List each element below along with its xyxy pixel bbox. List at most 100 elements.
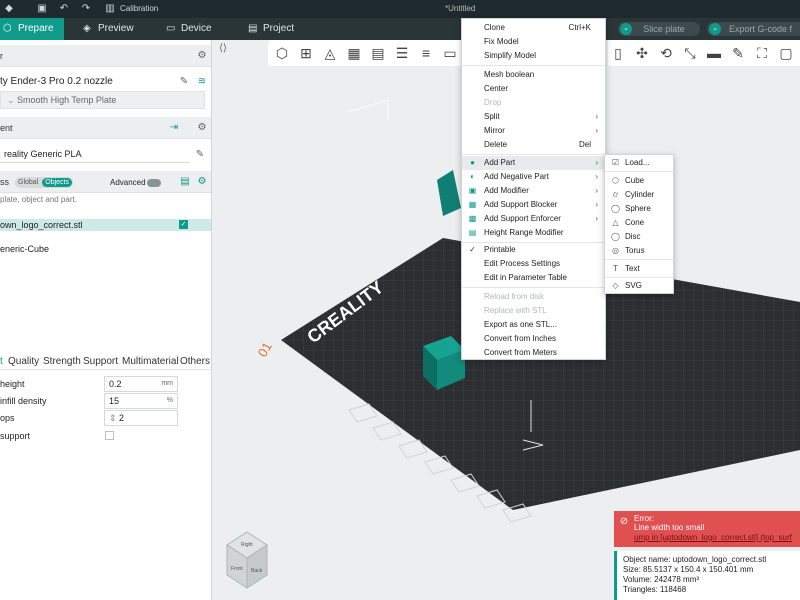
menu-item-edit-process-settings[interactable]: Edit Process Settings xyxy=(462,257,605,271)
layer-height-input[interactable]: 0.2 mm xyxy=(104,376,178,392)
torus-icon: ◎ xyxy=(612,246,619,255)
submenu-item-cube[interactable]: ⬡ Cube xyxy=(605,174,673,188)
tab-preview[interactable]: ◈ Preview xyxy=(80,18,150,40)
compare-icon[interactable]: ▤ xyxy=(179,176,191,188)
menu-item-center[interactable]: Center xyxy=(462,82,605,96)
add-filament-icon[interactable]: ⇥ xyxy=(168,122,180,134)
tab-support[interactable]: Support xyxy=(83,356,118,367)
layers-icon[interactable]: ≡ xyxy=(416,43,436,63)
settings-sliders-icon[interactable]: ⚙ xyxy=(196,176,208,188)
tab-project[interactable]: ▤ Project xyxy=(245,18,305,40)
sphere-icon: ◯ xyxy=(611,204,620,213)
calibration-icon[interactable]: ▥ xyxy=(104,3,116,15)
menu-item-height-range-modifier[interactable]: ▤ Height Range Modifier xyxy=(462,226,605,240)
settings-sliders-icon[interactable]: ⚙ xyxy=(196,122,208,134)
menu-item-split[interactable]: Split › xyxy=(462,110,605,124)
save-icon[interactable]: ▣ xyxy=(36,3,48,15)
menu-item-drop: Drop xyxy=(484,98,502,107)
menu-item-add-support-blocker[interactable]: ▦ Add Support Blocker › xyxy=(462,198,605,212)
menu-item-reload-from-disk: Reload from disk xyxy=(484,292,545,301)
measure-icon[interactable]: ▯ xyxy=(608,43,628,63)
infill-density-input[interactable]: 15 % xyxy=(104,393,178,409)
seam-icon[interactable]: ⛶ xyxy=(752,43,772,63)
submenu-item-load[interactable]: ☑ Load... xyxy=(605,156,673,170)
collapse-sidebar-icon[interactable]: ⟨⟩ xyxy=(217,43,229,55)
flatten-icon[interactable]: ▬ xyxy=(704,43,724,63)
menu-item-simplify-model[interactable]: Simplify Model xyxy=(462,49,605,63)
context-menu: Clone Ctrl+K Fix Model Simplify Model Mes… xyxy=(461,18,606,360)
tab-others[interactable]: Others xyxy=(180,356,210,367)
settings-sliders-icon[interactable]: ⚙ xyxy=(196,50,208,62)
slice-plate-button[interactable]: ⌄ Slice plate xyxy=(618,22,700,36)
tab-device[interactable]: ▭ Device xyxy=(163,18,223,40)
menu-item-add-part[interactable]: ● Add Part › xyxy=(462,156,605,170)
error-detail-link[interactable]: ump in [uptodown_logo_correct.stl] (top_… xyxy=(634,533,792,542)
global-objects-toggle[interactable]: Global Objects xyxy=(15,177,73,188)
object-list-item[interactable]: own_logo_correct.stl ✓ xyxy=(0,219,211,231)
text-tool-icon[interactable]: ▢ xyxy=(776,43,796,63)
filament-select[interactable]: reality Generic PLA xyxy=(0,147,190,163)
undo-icon[interactable]: ↶ xyxy=(58,3,70,15)
plate-icon[interactable]: ☰ xyxy=(392,43,412,63)
submenu-item-cylinder[interactable]: ⌭ Cylinder xyxy=(605,188,673,202)
object-size-text: Size: 85.5137 x 150.4 x 150.401 mm xyxy=(623,565,754,574)
wifi-icon[interactable]: ≋ xyxy=(196,76,208,88)
menu-item-mirror[interactable]: Mirror › xyxy=(462,124,605,138)
menu-separator xyxy=(462,287,605,288)
submenu-item-sphere[interactable]: ◯ Sphere xyxy=(605,202,673,216)
auto-orient-icon[interactable]: ◬ xyxy=(320,43,340,63)
menu-item-delete[interactable]: Delete Del xyxy=(462,138,605,152)
submenu-item-svg[interactable]: ◇ SVG xyxy=(605,279,673,293)
redo-icon[interactable]: ↷ xyxy=(80,3,92,15)
menu-item-export-stl[interactable]: Export as one STL... xyxy=(462,318,605,332)
menu-item-convert-meters[interactable]: Convert from Meters xyxy=(462,346,605,360)
submenu-item-disc[interactable]: ◯ Disc xyxy=(605,230,673,244)
tab-quality[interactable]: Quality xyxy=(8,356,39,367)
submenu-item-cone[interactable]: △ Cone xyxy=(605,216,673,230)
menu-separator xyxy=(605,277,673,278)
cut-icon[interactable]: ✣ xyxy=(632,43,652,63)
export-gcode-button[interactable]: ⌄ Export G-code f xyxy=(707,22,800,36)
menu-item-clone[interactable]: Clone Ctrl+K xyxy=(462,21,605,35)
submenu-item-text[interactable]: T Text xyxy=(605,262,673,276)
tab-strength[interactable]: Strength xyxy=(43,356,81,367)
svg-icon: ◇ xyxy=(612,281,619,290)
brush-icon[interactable]: ✎ xyxy=(728,43,748,63)
height-range-icon: ▤ xyxy=(468,228,477,237)
scale-icon[interactable]: ⟲ xyxy=(656,43,676,63)
menu-item-fix-model[interactable]: Fix Model xyxy=(462,35,605,49)
printer-select[interactable]: ty Ender-3 Pro 0.2 nozzle xyxy=(0,76,180,90)
chevron-right-icon: › xyxy=(595,200,598,209)
split-icon[interactable]: ▤ xyxy=(368,43,388,63)
calibration-menu[interactable]: Calibration xyxy=(120,4,158,13)
error-notification: ⊘ Error: Line width too small ump in [up… xyxy=(614,511,800,547)
menu-item-add-modifier[interactable]: ▣ Add Modifier › xyxy=(462,184,605,198)
tab-multimaterial[interactable]: Multimaterial xyxy=(122,356,179,367)
menu-item-add-support-enforcer[interactable]: ▩ Add Support Enforcer › xyxy=(462,212,605,226)
edit-icon[interactable]: ✎ xyxy=(194,149,206,161)
menu-item-printable[interactable]: ✓ Printable xyxy=(462,243,605,257)
view-cube[interactable]: Front Back Right xyxy=(226,531,268,589)
menu-item-convert-inches[interactable]: Convert from Inches xyxy=(462,332,605,346)
rotate-icon[interactable]: ⤡ xyxy=(680,43,700,63)
menu-item-edit-parameter-table[interactable]: Edit in Parameter Table xyxy=(462,271,605,285)
tab-prepare[interactable]: ⬡ Prepare xyxy=(0,18,64,40)
menu-item-add-negative-part[interactable]: ◐ Add Negative Part › xyxy=(462,170,605,184)
submenu-item-torus[interactable]: ◎ Torus xyxy=(605,244,673,258)
plate-type-select[interactable]: ⌄ Smooth High Temp Plate xyxy=(0,91,205,109)
advanced-switch[interactable] xyxy=(147,179,161,187)
menu-item-mesh-boolean[interactable]: Mesh boolean xyxy=(462,68,605,82)
add-object-icon[interactable]: ⬡ xyxy=(272,43,292,63)
tab-param-0[interactable]: t xyxy=(0,356,3,367)
arrange-icon[interactable]: ▦ xyxy=(344,43,364,63)
param-label: support xyxy=(0,431,31,441)
wall-loops-input[interactable]: ⇕ 2 xyxy=(104,410,178,426)
object-visible-checkbox[interactable]: ✓ xyxy=(179,220,188,229)
grid-icon[interactable]: ⊞ xyxy=(296,43,316,63)
object-child-item[interactable]: eneric-Cube xyxy=(0,244,49,254)
enable-support-checkbox[interactable] xyxy=(105,431,114,440)
edit-icon[interactable]: ✎ xyxy=(178,76,190,88)
menu-separator xyxy=(462,154,605,155)
variable-layer-icon[interactable]: ▭ xyxy=(440,43,460,63)
menu-separator xyxy=(605,171,673,172)
